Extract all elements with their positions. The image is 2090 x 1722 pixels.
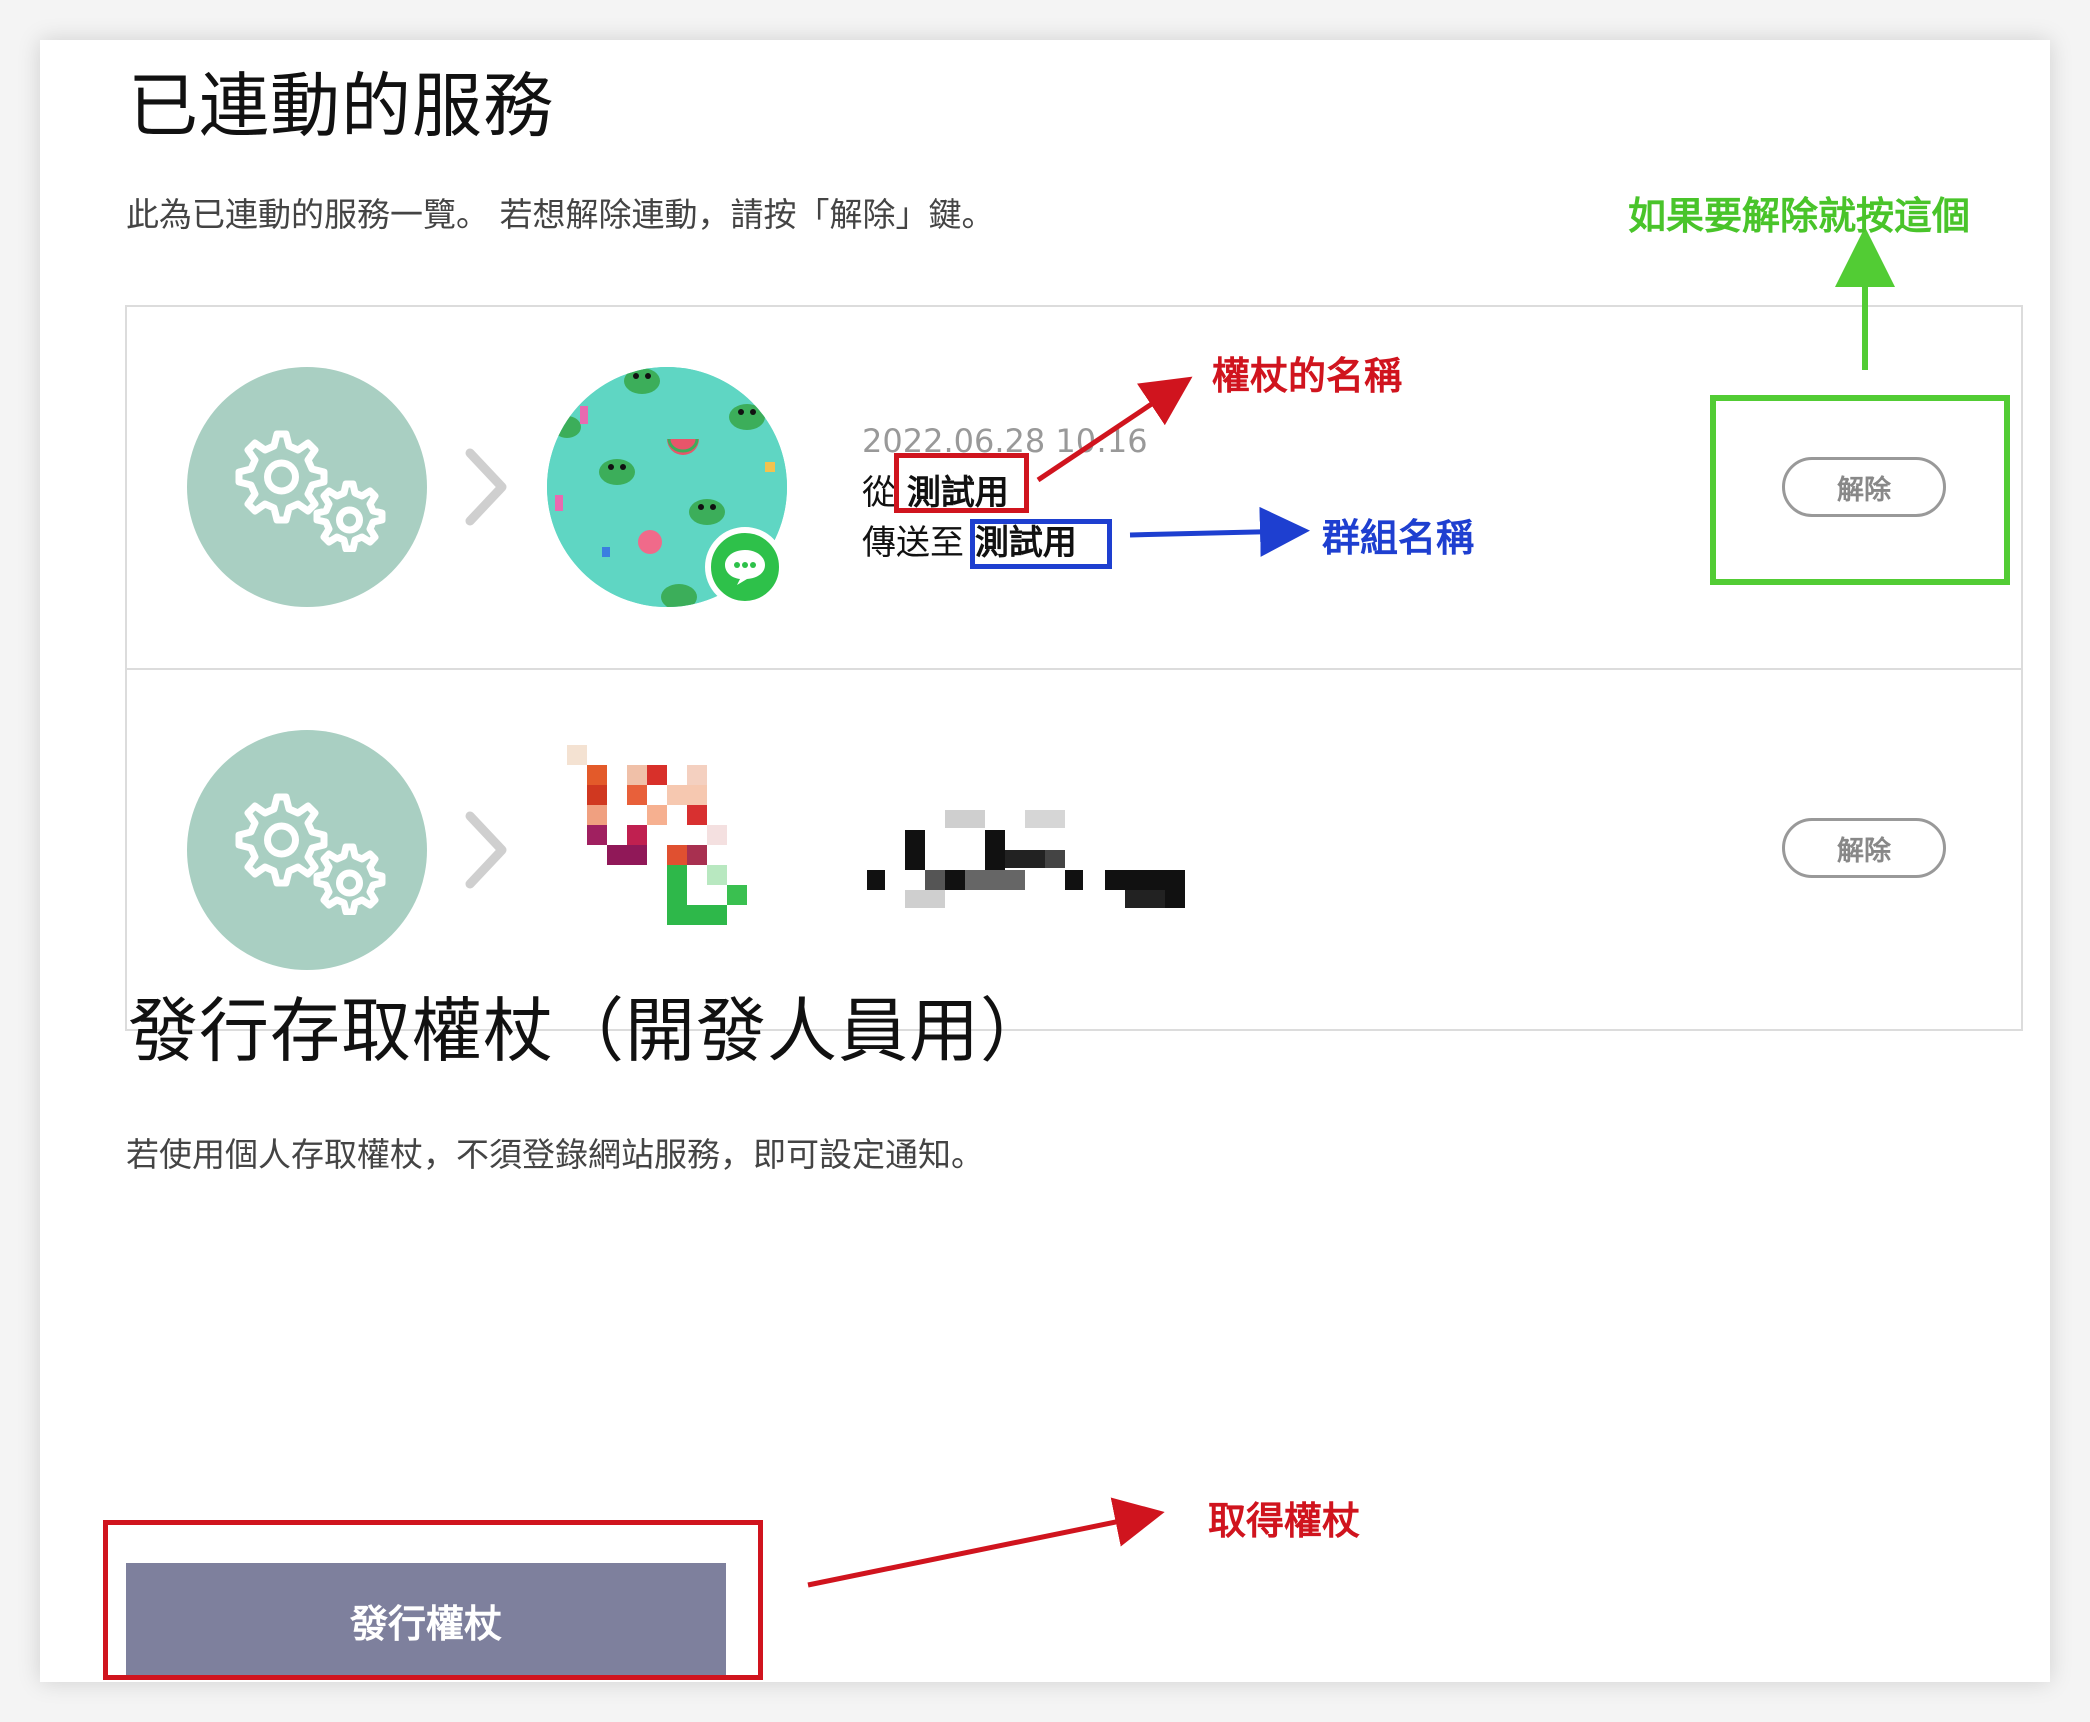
- token-name-arrow: [1036, 376, 1193, 483]
- page: 已連動的服務 此為已連動的服務一覽。 若想解除連動，請按「解除」鍵。 2022.…: [40, 40, 2050, 1682]
- token-name-label: 權杖的名稱: [1212, 354, 1403, 398]
- get-token-label: 取得權杖: [1208, 1499, 1361, 1543]
- get-token-arrow: [807, 1497, 1165, 1588]
- group-name-label: 群組名稱: [1322, 516, 1475, 560]
- group-name-arrow: [1129, 506, 1310, 557]
- release-hint-label: 如果要解除就按這個: [1628, 194, 1971, 238]
- annotation-arrows: [807, 227, 1895, 1588]
